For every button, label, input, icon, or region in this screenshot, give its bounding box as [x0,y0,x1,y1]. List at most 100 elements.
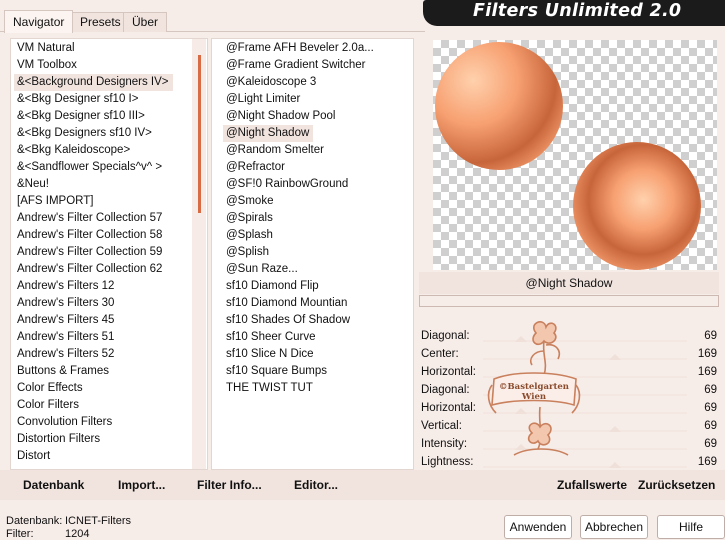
parameter-row[interactable]: Vertical: 69 [419,417,719,435]
category-item[interactable]: Andrew's Filters 45 [14,312,192,329]
category-item[interactable]: Buttons & Frames [14,363,192,380]
parameter-row[interactable]: Horizontal: 169 [419,363,719,381]
help-button[interactable]: Hilfe [657,515,725,539]
reset-button[interactable]: Zurücksetzen [638,478,715,492]
category-item[interactable]: Andrew's Filter Collection 58 [14,227,192,244]
category-item[interactable]: Andrew's Filter Collection 59 [14,244,192,261]
filter-item[interactable]: sf10 Shades Of Shadow [223,312,409,329]
parameter-slider-knob[interactable] [515,408,527,414]
category-item[interactable]: Distort [14,448,192,465]
filter-item[interactable]: @Light Limiter [223,91,409,108]
category-item[interactable]: &<Bkg Designers sf10 IV> [14,125,192,142]
parameter-slider[interactable] [483,448,687,450]
category-item[interactable]: Color Filters [14,397,192,414]
tab-presets[interactable]: Presets [71,12,130,32]
database-button[interactable]: Datenbank [23,478,84,492]
category-item-label: Andrew's Filters 45 [17,314,115,326]
parameter-row[interactable]: Center: 169 [419,345,719,363]
filter-item[interactable]: @SF!0 RainbowGround [223,176,409,193]
parameter-value: 169 [697,456,717,468]
filter-list[interactable]: @Frame AFH Beveler 2.0a... @Frame Gradien… [223,40,409,468]
parameter-row[interactable]: Diagonal: 69 [419,381,719,399]
filter-item[interactable]: @Night Shadow Pool [223,108,409,125]
filter-item[interactable]: @Splash [223,227,409,244]
parameter-row[interactable]: Intensity: 69 [419,435,719,453]
parameter-slider[interactable] [483,466,687,468]
preview-canvas [433,40,717,270]
apply-button[interactable]: Anwenden [504,515,572,539]
category-item[interactable]: Andrew's Filters 51 [14,329,192,346]
import-button[interactable]: Import... [118,478,165,492]
filter-item[interactable]: @Smoke [223,193,409,210]
filter-item[interactable]: sf10 Diamond Flip [223,278,409,295]
filter-item[interactable]: @Sun Raze... [223,261,409,278]
filter-info-button[interactable]: Filter Info... [197,478,262,492]
filter-item[interactable]: @Frame Gradient Switcher [223,57,409,74]
filter-item[interactable]: @Frame AFH Beveler 2.0a... [223,40,409,57]
category-item-label: Distort [17,450,51,462]
filter-item[interactable]: @Night Shadow [223,125,409,142]
parameter-list: Diagonal: 69 Center: 169 Horizontal: 169 Diago… [419,327,719,471]
category-item-label: &<Sandflower Specials^v^ > [17,161,163,173]
filter-item[interactable]: @Refractor [223,159,409,176]
category-item[interactable]: Andrew's Filters 12 [14,278,192,295]
randomize-button[interactable]: Zufallswerte [557,478,627,492]
category-item[interactable]: Andrew's Filter Collection 57 [14,210,192,227]
parameter-slider-knob[interactable] [515,372,527,378]
parameter-row[interactable]: Horizontal: 69 [419,399,719,417]
category-item[interactable]: Color Effects [14,380,192,397]
parameter-slider-knob[interactable] [515,444,527,450]
parameter-slider-knob[interactable] [609,462,621,468]
parameter-row[interactable]: Lightness: 169 [419,453,719,471]
category-item[interactable]: Distortion Filters [14,431,192,448]
category-item[interactable]: VM Toolbox [14,57,192,74]
parameter-slider-knob[interactable] [515,390,527,396]
cancel-button[interactable]: Abbrechen [580,515,648,539]
filter-item[interactable]: @Kaleidoscope 3 [223,74,409,91]
parameter-row[interactable]: Diagonal: 69 [419,327,719,345]
filter-item[interactable]: sf10 Diamond Mountian [223,295,409,312]
category-item[interactable]: Andrew's Filters 52 [14,346,192,363]
parameter-slider[interactable] [483,376,687,378]
category-item-label: Color Effects [17,382,83,394]
parameter-value: 169 [697,348,717,360]
status-filter-label: Filter: [6,528,34,540]
category-item[interactable]: &<Sandflower Specials^v^ > [14,159,192,176]
parameter-slider-knob[interactable] [609,354,621,360]
category-item[interactable]: Andrew's Filter Collection 62 [14,261,192,278]
parameter-slider[interactable] [483,358,687,360]
filter-item[interactable]: @Random Smelter [223,142,409,159]
parameter-slider[interactable] [483,394,687,396]
parameter-label: Diagonal: [421,384,470,396]
filter-item-label: sf10 Diamond Mountian [226,297,348,309]
parameter-slider[interactable] [483,340,687,342]
parameter-slider[interactable] [483,430,687,432]
parameter-slider-knob[interactable] [515,336,527,342]
category-list[interactable]: VM Natural VM Toolbox &<Background Designe… [14,40,192,468]
category-item[interactable]: [AFS IMPORT] [14,193,192,210]
category-scrollbar[interactable] [192,39,206,469]
category-item[interactable]: &<Background Designers IV> [14,74,192,91]
category-scroll-thumb[interactable] [198,55,201,213]
category-item[interactable]: &<Bkg Kaleidoscope> [14,142,192,159]
filter-item[interactable]: @Splish [223,244,409,261]
parameter-slider[interactable] [483,412,687,414]
status-database-label: Datenbank: [6,515,63,527]
filter-item[interactable]: sf10 Slice N Dice [223,346,409,363]
category-item[interactable]: Andrew's Filters 30 [14,295,192,312]
category-item[interactable]: &<Bkg Designer sf10 III> [14,108,192,125]
filter-item[interactable]: THE TWIST TUT [223,380,409,397]
filter-item[interactable]: sf10 Square Bumps [223,363,409,380]
category-item[interactable]: &<Bkg Designer sf10 I> [14,91,192,108]
tab-navigator[interactable]: Navigator [4,10,74,33]
category-item[interactable]: &Neu! [14,176,192,193]
filter-item[interactable]: sf10 Sheer Curve [223,329,409,346]
category-item-label: Convolution Filters [17,416,113,428]
parameter-slider-knob[interactable] [609,426,621,432]
category-item[interactable]: Convolution Filters [14,414,192,431]
editor-button[interactable]: Editor... [294,478,338,492]
filter-item[interactable]: @Spirals [223,210,409,227]
status-filter: Filter: 1204 [6,528,89,540]
tab-about[interactable]: Über [123,12,168,32]
category-item[interactable]: VM Natural [14,40,192,57]
